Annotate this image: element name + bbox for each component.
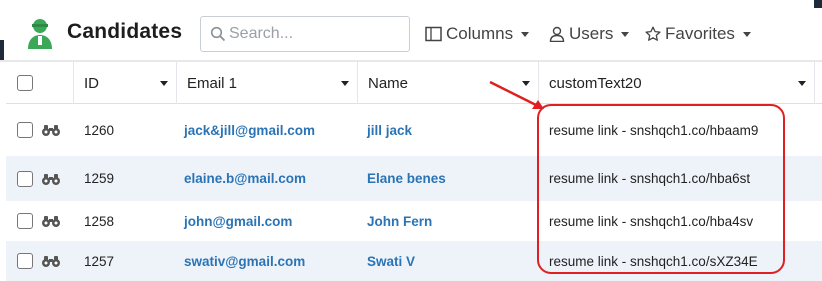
users-label: Users (569, 24, 614, 43)
candidate-name-link[interactable]: Swati V (367, 241, 415, 281)
column-header-customtext20[interactable]: customText20 (539, 62, 815, 104)
search-input[interactable] (229, 21, 404, 47)
favorites-label: Favorites (665, 24, 735, 43)
row-checkbox[interactable] (17, 213, 33, 229)
top-bar: Candidates Columns Users Favorites (0, 0, 822, 62)
candidate-name-link[interactable]: Elane benes (367, 156, 446, 201)
search-icon (210, 26, 226, 42)
candidate-email-link[interactable]: jack&jill@gmail.com (184, 104, 315, 156)
candidate-id: 1258 (84, 213, 115, 229)
binoculars-icon[interactable] (41, 254, 61, 268)
columns-button[interactable]: Columns (425, 22, 530, 46)
favorites-button[interactable]: Favorites (645, 22, 751, 46)
candidate-id: 1257 (84, 253, 115, 269)
candidate-id: 1260 (84, 122, 115, 138)
binoculars-icon[interactable] (41, 123, 61, 137)
columns-icon (425, 26, 442, 42)
users-button[interactable]: Users (549, 22, 630, 46)
chevron-down-icon (621, 31, 630, 37)
star-icon (645, 26, 661, 41)
window-edge (0, 40, 4, 62)
search-box[interactable] (200, 16, 410, 52)
candidate-logo-icon (28, 19, 52, 49)
chevron-down-icon[interactable] (798, 81, 806, 86)
candidate-name-link[interactable]: jill jack (367, 104, 412, 156)
chevron-down-icon[interactable] (341, 81, 349, 86)
columns-label: Columns (446, 24, 514, 43)
row-checkbox[interactable] (17, 170, 33, 187)
candidate-email-link[interactable]: john@gmail.com (184, 201, 292, 241)
candidate-email-link[interactable]: swativ@gmail.com (184, 241, 305, 281)
row-checkbox[interactable] (17, 253, 33, 269)
chevron-down-icon (742, 31, 751, 37)
user-icon (549, 26, 565, 42)
window-edge (814, 0, 822, 8)
row-checkbox[interactable] (17, 122, 33, 138)
candidate-id: 1259 (84, 171, 115, 186)
annotation-highlight-box (537, 104, 785, 274)
select-all-checkbox[interactable] (17, 75, 33, 91)
binoculars-icon[interactable] (41, 214, 61, 228)
page-title: Candidates (67, 20, 183, 43)
column-label: Email 1 (187, 74, 238, 92)
select-all-cell (6, 62, 74, 104)
candidate-name-link[interactable]: John Fern (367, 201, 432, 241)
chevron-down-icon[interactable] (160, 81, 168, 86)
column-label: customText20 (549, 74, 642, 92)
candidate-email-link[interactable]: elaine.b@mail.com (184, 156, 306, 201)
chevron-down-icon (521, 31, 530, 37)
column-label: Name (368, 74, 409, 92)
column-header-email[interactable]: Email 1 (177, 62, 358, 104)
binoculars-icon[interactable] (41, 172, 61, 186)
column-header-id[interactable]: ID (74, 62, 177, 104)
column-label: ID (84, 74, 99, 92)
table-header: ID Email 1 Name customText20 (6, 62, 822, 104)
